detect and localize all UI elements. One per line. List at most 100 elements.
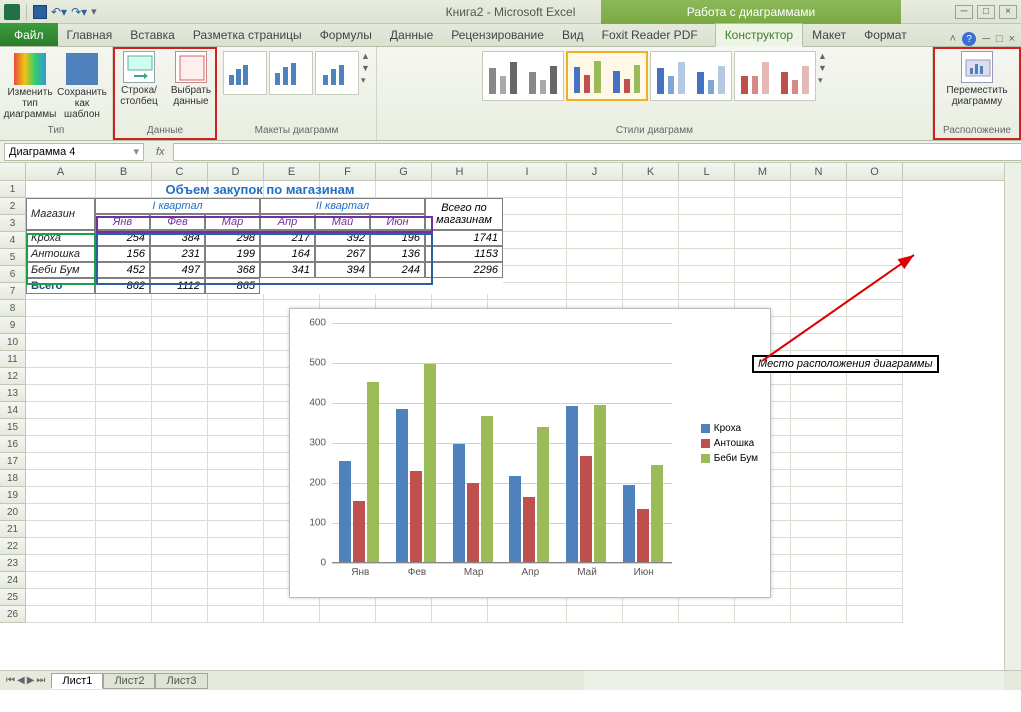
tab-chart-format[interactable]: Формат (855, 24, 916, 46)
column-header[interactable]: B (96, 163, 152, 180)
cell[interactable] (152, 436, 208, 453)
cell[interactable] (208, 589, 264, 606)
cell[interactable] (208, 419, 264, 436)
tab-page-layout[interactable]: Разметка страницы (184, 24, 311, 46)
cell[interactable] (847, 470, 903, 487)
tab-view[interactable]: Вид (553, 24, 593, 46)
cell[interactable] (208, 317, 264, 334)
cell[interactable] (791, 538, 847, 555)
cell[interactable] (96, 504, 152, 521)
cell[interactable] (96, 317, 152, 334)
cell[interactable] (791, 606, 847, 623)
cell[interactable] (152, 385, 208, 402)
cell[interactable] (208, 385, 264, 402)
cell[interactable] (567, 266, 623, 283)
cell[interactable] (26, 538, 96, 555)
cell[interactable] (735, 198, 791, 215)
sheet-nav-prev-icon[interactable]: ◀ (17, 675, 25, 686)
row-header[interactable]: 25 (0, 589, 26, 606)
layout-item[interactable] (223, 51, 267, 95)
cell[interactable] (679, 198, 735, 215)
cell[interactable] (791, 555, 847, 572)
cell[interactable] (208, 402, 264, 419)
cell[interactable] (791, 487, 847, 504)
column-header[interactable]: H (432, 163, 488, 180)
cell[interactable] (567, 198, 623, 215)
cell[interactable] (735, 232, 791, 249)
row-header[interactable]: 12 (0, 368, 26, 385)
redo-icon[interactable]: ↷▾ (71, 5, 87, 19)
cell[interactable] (791, 419, 847, 436)
cell[interactable] (623, 606, 679, 623)
undo-icon[interactable]: ↶▾ (51, 5, 67, 19)
row-header[interactable]: 20 (0, 504, 26, 521)
cell[interactable] (847, 521, 903, 538)
cell[interactable] (847, 198, 903, 215)
row-header[interactable]: 2 (0, 198, 26, 215)
cell[interactable] (847, 589, 903, 606)
cell[interactable] (26, 504, 96, 521)
cell[interactable] (26, 453, 96, 470)
cell[interactable] (432, 606, 488, 623)
cell[interactable] (96, 402, 152, 419)
cell[interactable] (623, 198, 679, 215)
cell[interactable] (623, 181, 679, 198)
cell[interactable] (567, 232, 623, 249)
cell[interactable] (567, 249, 623, 266)
cell[interactable] (96, 521, 152, 538)
cell[interactable] (847, 283, 903, 300)
help-icon[interactable]: ? (962, 32, 976, 46)
cell[interactable] (26, 351, 96, 368)
cell[interactable] (152, 419, 208, 436)
cell[interactable] (96, 436, 152, 453)
save-template-button[interactable]: Сохранить как шаблон (58, 51, 106, 122)
cell[interactable] (96, 351, 152, 368)
cell[interactable] (152, 402, 208, 419)
cell[interactable] (623, 266, 679, 283)
row-header[interactable]: 11 (0, 351, 26, 368)
cell[interactable] (791, 504, 847, 521)
cell[interactable] (26, 402, 96, 419)
cell[interactable] (567, 606, 623, 623)
cell[interactable] (679, 181, 735, 198)
cell[interactable] (26, 334, 96, 351)
cell[interactable] (791, 385, 847, 402)
row-header[interactable]: 23 (0, 555, 26, 572)
sheet-tab[interactable]: Лист3 (155, 673, 207, 689)
row-header[interactable]: 16 (0, 436, 26, 453)
cell[interactable] (847, 215, 903, 232)
tab-design[interactable]: Конструктор (715, 23, 803, 47)
cell[interactable] (96, 589, 152, 606)
cell[interactable] (26, 487, 96, 504)
cell[interactable] (791, 215, 847, 232)
cell[interactable] (847, 232, 903, 249)
cell[interactable] (791, 402, 847, 419)
cell[interactable] (96, 368, 152, 385)
cell[interactable] (152, 504, 208, 521)
cell[interactable] (791, 198, 847, 215)
vertical-scrollbar[interactable] (1004, 163, 1021, 670)
cell[interactable] (679, 266, 735, 283)
layout-item[interactable] (315, 51, 359, 95)
column-header[interactable]: J (567, 163, 623, 180)
cell[interactable] (567, 215, 623, 232)
cell[interactable] (847, 334, 903, 351)
cell[interactable] (791, 181, 847, 198)
cell[interactable] (791, 470, 847, 487)
select-data-button[interactable]: Выбрать данные (167, 49, 215, 109)
cell[interactable] (847, 538, 903, 555)
cell[interactable] (26, 368, 96, 385)
cell[interactable] (791, 317, 847, 334)
cell[interactable] (96, 334, 152, 351)
cell[interactable] (152, 368, 208, 385)
cell[interactable] (847, 249, 903, 266)
row-header[interactable]: 26 (0, 606, 26, 623)
cell[interactable] (847, 504, 903, 521)
cell[interactable] (623, 249, 679, 266)
close-button[interactable]: × (999, 5, 1017, 19)
style-down-icon[interactable]: ▼ (818, 63, 827, 73)
fx-icon[interactable]: fx (148, 146, 173, 158)
row-header[interactable]: 4 (0, 232, 26, 249)
cell[interactable] (791, 589, 847, 606)
cell[interactable] (26, 300, 96, 317)
